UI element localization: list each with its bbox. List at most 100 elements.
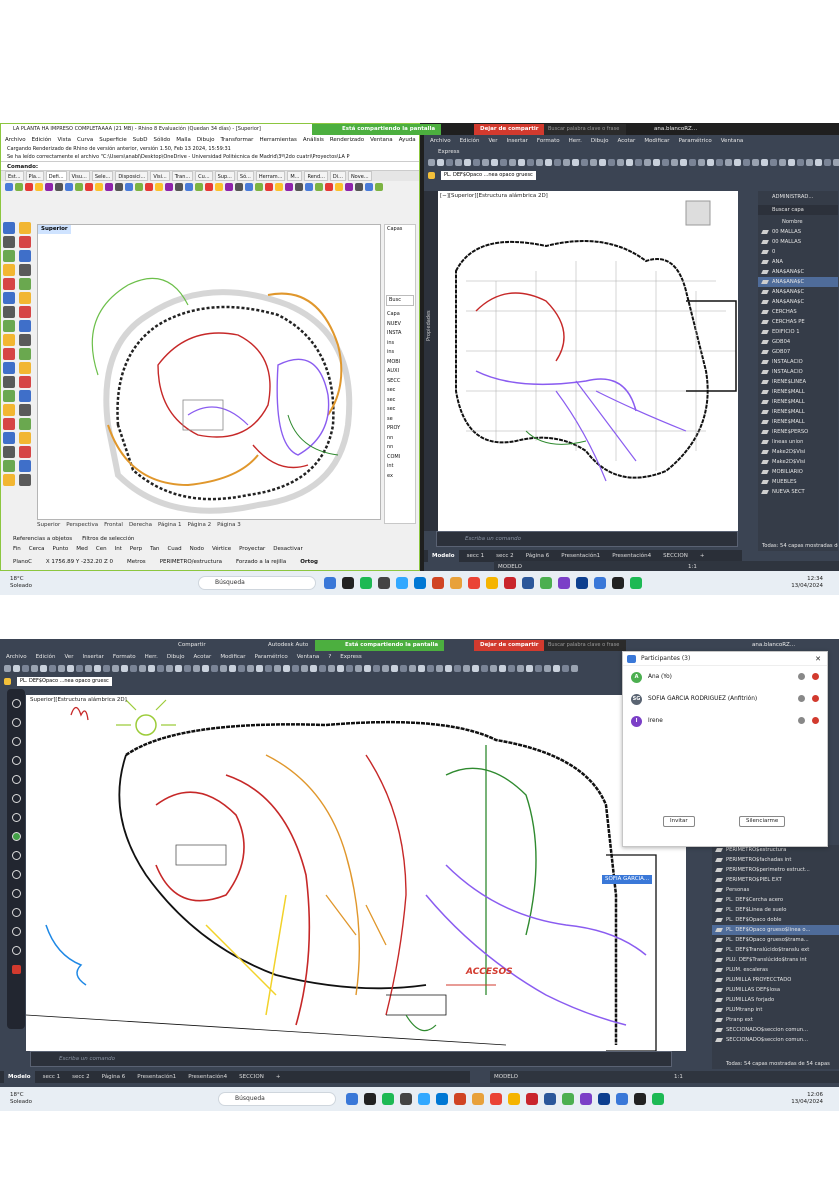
- mute-me-button[interactable]: Silenciarme: [739, 816, 786, 827]
- rhino-tool-icon[interactable]: [125, 183, 133, 191]
- rhino-tool-icon[interactable]: [165, 183, 173, 191]
- rhino-tool-icon[interactable]: [285, 183, 293, 191]
- rhino-menu-item[interactable]: Vista: [57, 135, 71, 145]
- settings-icon[interactable]: [11, 946, 21, 955]
- taskbar-app-icon[interactable]: [454, 1093, 466, 1105]
- autocad-tool-icon[interactable]: [455, 159, 462, 166]
- autocad-menu-item[interactable]: Formato: [113, 651, 136, 663]
- autocad-tool-icon[interactable]: [85, 665, 92, 672]
- rhino-tool-icon[interactable]: [105, 183, 113, 191]
- autocad-tool-icon[interactable]: [94, 665, 101, 672]
- rhino-side-tool-icon[interactable]: [19, 446, 31, 458]
- autocad-tool-icon[interactable]: [4, 665, 11, 672]
- rhino-layer-item[interactable]: sec: [385, 405, 415, 415]
- rhino-status-item[interactable]: PERIMETRO/estructura: [160, 557, 222, 568]
- rhino-side-tool-icon[interactable]: [3, 236, 15, 248]
- layer-row[interactable]: 00 MALLAS: [758, 227, 838, 237]
- autocad-tool-icon[interactable]: [463, 665, 470, 672]
- autocad-tool-icon[interactable]: [175, 665, 182, 672]
- rhino-tool-icon[interactable]: [5, 183, 13, 191]
- rhino-side-tool-icon[interactable]: [3, 446, 15, 458]
- stop-sharing-button[interactable]: Dejar de compartir: [474, 640, 545, 651]
- taskbar-app-icon[interactable]: [432, 577, 444, 589]
- user-account-label[interactable]: ana.blancoRZ...: [654, 124, 697, 135]
- autocad-tool-icon[interactable]: [76, 665, 83, 672]
- rhino-side-tool-icon[interactable]: [3, 306, 15, 318]
- trash-icon[interactable]: [11, 889, 21, 898]
- autocad-tool-icon[interactable]: [572, 159, 579, 166]
- layout-tab[interactable]: Modelo: [428, 550, 459, 562]
- eraser-close-icon[interactable]: [11, 775, 21, 784]
- rhino-side-tool-icon[interactable]: [19, 236, 31, 248]
- rhino-toolbar-tab[interactable]: Disposici...: [115, 171, 149, 181]
- autocad-tool-icon[interactable]: [770, 159, 777, 166]
- rhino-tool-icon[interactable]: [255, 183, 263, 191]
- autocad-tool-icon[interactable]: [509, 159, 516, 166]
- rhino-toolbar-tab[interactable]: Só...: [236, 171, 254, 181]
- autocad-tool-icon[interactable]: [22, 665, 29, 672]
- autocad-tool-icon[interactable]: [373, 665, 380, 672]
- autocad-tool-icon[interactable]: [581, 159, 588, 166]
- autocad-tool-icon[interactable]: [40, 665, 47, 672]
- rhino-side-tool-icon[interactable]: [19, 418, 31, 430]
- rhino-view-tab[interactable]: Página 3: [217, 520, 241, 530]
- autocad-drawing-area[interactable]: Superior][Estructura alámbrica 2D] ACCES…: [25, 695, 686, 1052]
- command-line[interactable]: Escriba un comando: [30, 1051, 672, 1067]
- taskbar-clock[interactable]: 12:06 13/04/2024: [791, 1092, 823, 1106]
- layer-row[interactable]: Personas: [712, 885, 839, 895]
- taskbar-app-icon[interactable]: [526, 1093, 538, 1105]
- autocad-tool-icon[interactable]: [590, 159, 597, 166]
- layer-state-icon[interactable]: [4, 677, 11, 685]
- autocad-tool-icon[interactable]: [761, 159, 768, 166]
- color-icon[interactable]: [11, 832, 21, 841]
- autocad-tool-icon[interactable]: [779, 159, 786, 166]
- layer-row[interactable]: PERIMETRO$PIEL EXT: [712, 875, 839, 885]
- rhino-tool-icon[interactable]: [265, 183, 273, 191]
- save-icon[interactable]: [11, 908, 21, 917]
- autocad-tool-icon[interactable]: [526, 665, 533, 672]
- autocad-menu-item[interactable]: Insertar: [82, 651, 103, 663]
- layer-row[interactable]: PL. DEF$Opaco doble: [712, 915, 839, 925]
- search-keyword-field[interactable]: Buscar palabra clave o frase: [544, 640, 626, 651]
- layer-row[interactable]: IRENE$MALL: [758, 387, 838, 397]
- rhino-side-tool-icon[interactable]: [19, 348, 31, 360]
- autocad-tool-icon[interactable]: [482, 159, 489, 166]
- camera-off-icon[interactable]: [812, 695, 819, 702]
- layer-row[interactable]: SECCIONADO$seccion comun...: [712, 1025, 839, 1035]
- autocad-tool-icon[interactable]: [166, 665, 173, 672]
- properties-strip[interactable]: Propiedades: [424, 191, 438, 531]
- layout-tab[interactable]: +: [272, 1071, 285, 1083]
- rhino-tool-icon[interactable]: [235, 183, 243, 191]
- autocad-tool-icon[interactable]: [527, 159, 534, 166]
- osnap-checkbox[interactable]: Nodo: [190, 544, 204, 554]
- rhino-side-tool-icon[interactable]: [3, 376, 15, 388]
- rhino-side-tool-icon[interactable]: [19, 460, 31, 472]
- autocad-tool-icon[interactable]: [599, 159, 606, 166]
- invite-button[interactable]: Invitar: [663, 816, 695, 827]
- rhino-tool-icon[interactable]: [195, 183, 203, 191]
- participant-row[interactable]: I Irene: [623, 710, 827, 732]
- autocad-tool-icon[interactable]: [428, 159, 435, 166]
- rhino-tool-icon[interactable]: [65, 183, 73, 191]
- autocad-menu-item[interactable]: Modificar: [220, 651, 245, 663]
- layout-tab[interactable]: Página 6: [98, 1071, 130, 1083]
- autocad-tool-icon[interactable]: [319, 665, 326, 672]
- autocad-tool-icon[interactable]: [671, 159, 678, 166]
- autocad-tool-icon[interactable]: [67, 665, 74, 672]
- rhino-status-item[interactable]: Ortog: [300, 557, 318, 568]
- rhino-side-tool-icon[interactable]: [3, 418, 15, 430]
- rhino-tool-icon[interactable]: [375, 183, 383, 191]
- autocad-tool-icon[interactable]: [563, 159, 570, 166]
- user-account-label[interactable]: ana.blancoRZ...: [752, 640, 795, 651]
- autocad-tool-icon[interactable]: [644, 159, 651, 166]
- rhino-side-tool-icon[interactable]: [3, 278, 15, 290]
- layout-tab[interactable]: secc 1: [463, 550, 489, 562]
- rhino-menu-item[interactable]: Edición: [32, 135, 52, 145]
- autocad-tool-icon[interactable]: [725, 159, 732, 166]
- taskbar-app-icon[interactable]: [540, 577, 552, 589]
- autocad-tool-icon[interactable]: [464, 159, 471, 166]
- rhino-side-tool-icon[interactable]: [19, 306, 31, 318]
- autocad-menu-item[interactable]: Edición: [460, 135, 480, 147]
- autocad-tool-icon[interactable]: [815, 159, 822, 166]
- autocad-tool-icon[interactable]: [788, 159, 795, 166]
